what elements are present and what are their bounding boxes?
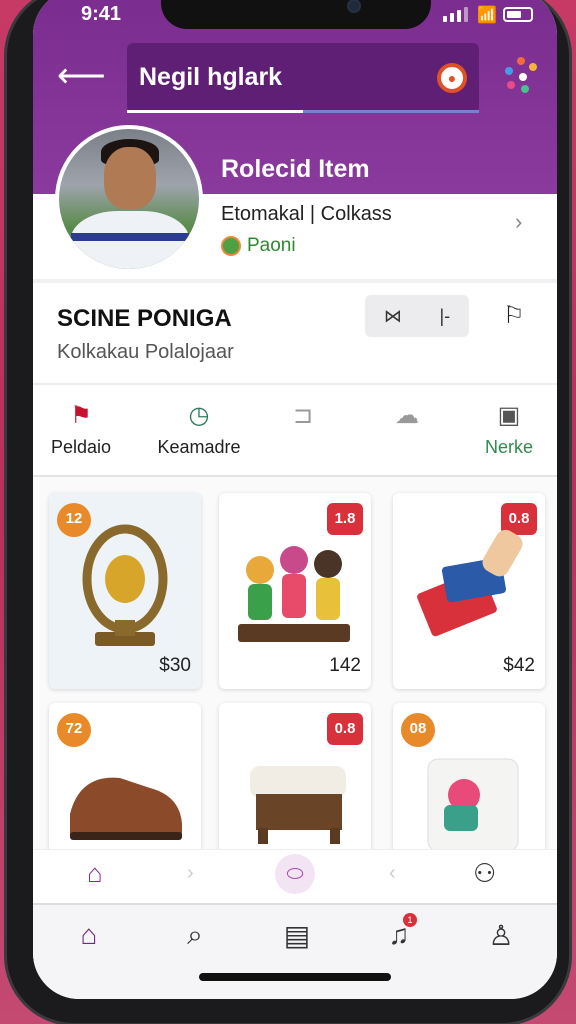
category-label: Nerke [484,437,533,457]
search-progress-track [303,110,479,113]
category-label: Keamadre [157,437,241,457]
profile-badge-label: Paoni [247,235,296,256]
divider [33,383,557,385]
search-text[interactable]: Negil hglark [139,63,282,92]
signal-icon [443,7,468,22]
product-tag: 72 [57,713,91,747]
trophy-ring-image [82,524,168,646]
tag-icon[interactable]: ⬭ [275,854,315,894]
tab-search-icon[interactable]: ⌕ [175,919,215,959]
product-tag: 0.8 [327,713,363,745]
section-subtitle: Kolkakau Polalojaar [57,341,234,363]
view-toggle[interactable]: ⋈ |- [365,295,469,337]
category-scan[interactable]: ⊐ [243,399,363,437]
category-peldaio[interactable]: ⚑ Peldaio [33,399,141,458]
home-indicator [199,973,391,981]
book-hand-image [417,529,523,637]
flag-outline-icon[interactable]: ⚐ [503,301,525,330]
badge-dot-icon [221,236,241,256]
figurines-image [238,546,350,642]
product-card[interactable]: 1.8 142 [219,493,371,689]
search-icon[interactable]: ● [437,63,467,93]
bench-image [250,766,346,844]
category-keamadre[interactable]: ◷ Keamadre [139,399,259,458]
product-card[interactable]: 12 $30 [49,493,201,689]
user-search-icon[interactable]: ⚇ [473,858,496,889]
flag-icon: ⚑ [70,402,92,429]
category-label: Peldaio [50,437,112,457]
jar-image [427,758,519,852]
avatar[interactable] [55,125,203,273]
battery-icon [503,7,533,22]
toggle-list-icon[interactable]: |- [439,306,450,327]
phone-frame: 9:41 📶 ⟵ Negil hglark ● Rolecid Item Eto… [4,0,572,1024]
category-nerke[interactable]: ▣ Nerke [449,399,557,458]
clipboard-icon: ▣ [497,402,521,429]
product-price: 142 [329,655,361,676]
search-progress [127,110,303,113]
profile-badge: Paoni [221,235,296,257]
section-title: SCINE PONIGA [57,305,232,332]
scan-icon: ⊐ [292,402,314,429]
status-bar: 9:41 📶 [33,1,557,31]
avatar-photo [59,129,199,269]
tab-home-icon[interactable]: ⌂ [69,919,109,959]
chevron-left-icon[interactable]: ‹ [389,862,396,885]
product-price: $42 [503,655,535,676]
search-bar[interactable]: Negil hglark ● [127,43,479,113]
home-icon[interactable]: ⌂ [87,858,103,889]
toggle-collapse-icon[interactable]: ⋈ [384,306,402,327]
shoe-image [70,777,182,840]
back-arrow-icon[interactable]: ⟵ [57,59,106,93]
wifi-icon: 📶 [477,7,497,24]
tab-profile-icon[interactable]: ♙ [481,919,521,959]
secondary-nav: ⌂ › ⬭ ‹ ⚇ [33,849,557,903]
tab-bar: ⌂ ⌕ ▤ ♫ 1 ♙ [33,903,557,999]
tab-bag-icon[interactable]: ▤ [277,919,317,959]
profile-title: Rolecid Item [221,155,370,183]
product-card[interactable]: 0.8 $42 [393,493,545,689]
product-grid: 12 $30 1.8 142 0.8 $42 72 0.8 08 [33,477,557,899]
chevron-right-icon[interactable]: › [187,862,194,885]
divider [33,279,557,283]
category-row: ⚑ Peldaio ◷ Keamadre ⊐ ☁ ▣ Nerke [33,399,557,459]
status-time: 9:41 [81,3,122,25]
apps-menu-icon[interactable] [503,57,539,93]
clock-icon: ◷ [188,402,210,429]
product-price: $30 [159,655,191,676]
chevron-right-icon[interactable]: › [515,209,522,235]
profile-subtitle: Etomakal | Colkass [221,203,392,225]
screen: 9:41 📶 ⟵ Negil hglark ● Rolecid Item Eto… [33,0,557,999]
notification-badge: 1 [403,913,417,927]
